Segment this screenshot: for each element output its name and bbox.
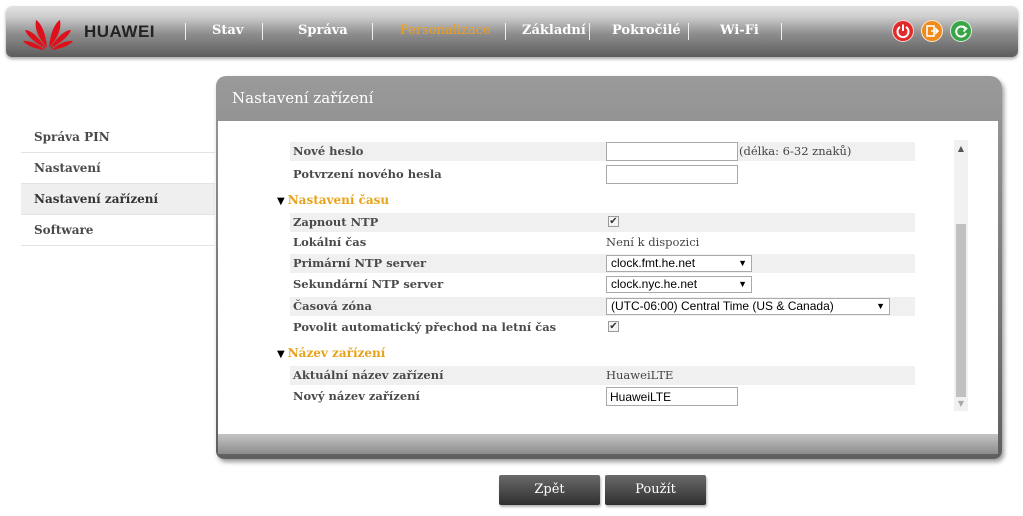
dropdown-arrow-icon: ▼: [738, 279, 747, 289]
new-password-input[interactable]: [606, 142, 738, 161]
ntp-enable-checkbox[interactable]: ✔: [608, 216, 619, 227]
nav-item-pokrocile[interactable]: Pokročilé: [612, 23, 681, 38]
dst-label: Povolit automatický přechod na letní čas: [293, 320, 557, 334]
nav-separator: [589, 23, 590, 40]
new-device-name-input[interactable]: [606, 387, 738, 406]
nav-item-personalizace[interactable]: Personalizace: [400, 23, 491, 38]
back-button[interactable]: Zpět: [499, 475, 600, 505]
current-device-name-row: Aktuální název zařízení HuaweiLTE: [290, 366, 915, 385]
secondary-ntp-label: Sekundární NTP server: [293, 277, 444, 291]
nav-item-stav[interactable]: Stav: [212, 23, 243, 38]
huawei-logo: HUAWEI: [22, 14, 162, 50]
scrollbar[interactable]: ▲ ▼: [954, 140, 968, 411]
panel-title: Nastavení zařízení: [232, 89, 374, 107]
new-device-name-row: Nový název zařízení: [290, 387, 915, 406]
password-length-hint: (délka: 6-32 znaků): [739, 144, 852, 158]
new-password-row: Nové heslo (délka: 6-32 znaků): [290, 142, 915, 161]
new-password-label: Nové heslo: [293, 144, 364, 158]
local-time-label: Lokální čas: [293, 235, 367, 249]
collapse-triangle-icon: ▼: [277, 349, 285, 360]
dropdown-arrow-icon: ▼: [738, 258, 747, 268]
local-time-row: Lokální čas Není k dispozici: [290, 233, 915, 252]
secondary-ntp-select[interactable]: clock.nyc.he.net ▼: [606, 276, 752, 293]
collapse-triangle-icon: ▼: [277, 196, 285, 207]
new-device-name-label: Nový název zařízení: [293, 389, 420, 403]
time-zone-label: Časová zóna: [293, 299, 372, 313]
primary-ntp-row: Primární NTP server clock.fmt.he.net ▼: [290, 254, 915, 273]
scrollbar-thumb[interactable]: [956, 224, 966, 397]
nav-item-zakladni[interactable]: Základní: [522, 23, 586, 38]
device-name-section-title: Název zařízení: [287, 346, 386, 360]
time-zone-select[interactable]: (UTC-06:00) Central Time (US & Canada) ▼: [606, 298, 890, 315]
time-zone-value: (UTC-06:00) Central Time (US & Canada): [611, 299, 834, 313]
primary-ntp-label: Primární NTP server: [293, 256, 427, 270]
secondary-ntp-row: Sekundární NTP server clock.nyc.he.net ▼: [290, 275, 915, 294]
apply-button[interactable]: Použít: [605, 475, 706, 505]
dst-checkbox[interactable]: ✔: [608, 321, 619, 332]
confirm-password-row: Potvrzení nového hesla: [290, 165, 915, 184]
ntp-enable-row: Zapnout NTP ✔: [290, 213, 915, 232]
dst-row: Povolit automatický přechod na letní čas…: [290, 318, 915, 337]
nav-separator: [372, 23, 373, 40]
logout-icon[interactable]: [921, 20, 943, 42]
top-navigation-bar: HUAWEI Stav Správa Personalizace Základn…: [6, 6, 1018, 57]
nav-separator: [781, 23, 782, 40]
current-device-name-value: HuaweiLTE: [606, 368, 674, 382]
local-time-value: Není k dispozici: [606, 235, 700, 249]
scroll-down-icon[interactable]: ▼: [954, 397, 968, 411]
sidebar: Správa PIN Nastavení Nastavení zařízení …: [21, 122, 215, 246]
nav-separator: [185, 23, 186, 40]
primary-ntp-select[interactable]: clock.fmt.he.net ▼: [606, 255, 752, 272]
confirm-password-label: Potvrzení nového hesla: [293, 167, 442, 181]
current-device-name-label: Aktuální název zařízení: [293, 368, 444, 382]
sidebar-item-software[interactable]: Software: [21, 215, 215, 246]
nav-item-sprava[interactable]: Správa: [298, 23, 348, 38]
primary-ntp-value: clock.fmt.he.net: [611, 256, 696, 270]
confirm-password-input[interactable]: [606, 165, 738, 184]
nav-separator: [505, 23, 506, 40]
nav-item-wifi[interactable]: Wi-Fi: [720, 23, 759, 38]
ntp-enable-label: Zapnout NTP: [293, 215, 379, 229]
secondary-ntp-value: clock.nyc.he.net: [611, 277, 698, 291]
nav-separator: [262, 23, 263, 40]
time-zone-row: Časová zóna (UTC-06:00) Central Time (US…: [290, 297, 915, 316]
sidebar-item-nastaveni[interactable]: Nastavení: [21, 153, 215, 184]
sidebar-item-sprava-pin[interactable]: Správa PIN: [21, 122, 215, 153]
time-section-title: Nastavení času: [287, 193, 390, 207]
time-section-header[interactable]: ▼ Nastavení času: [277, 193, 389, 207]
brand-name: HUAWEI: [84, 22, 155, 41]
dropdown-arrow-icon: ▼: [876, 301, 885, 311]
device-name-section-header[interactable]: ▼ Název zařízení: [277, 346, 385, 360]
power-icon[interactable]: [892, 20, 914, 42]
scroll-up-icon[interactable]: ▲: [954, 142, 968, 156]
huawei-flower-icon: [23, 20, 73, 50]
panel-footer: [218, 434, 998, 454]
refresh-icon[interactable]: [950, 20, 972, 42]
nav-separator: [688, 23, 689, 40]
sidebar-item-nastaveni-zarizeni[interactable]: Nastavení zařízení: [21, 184, 215, 215]
